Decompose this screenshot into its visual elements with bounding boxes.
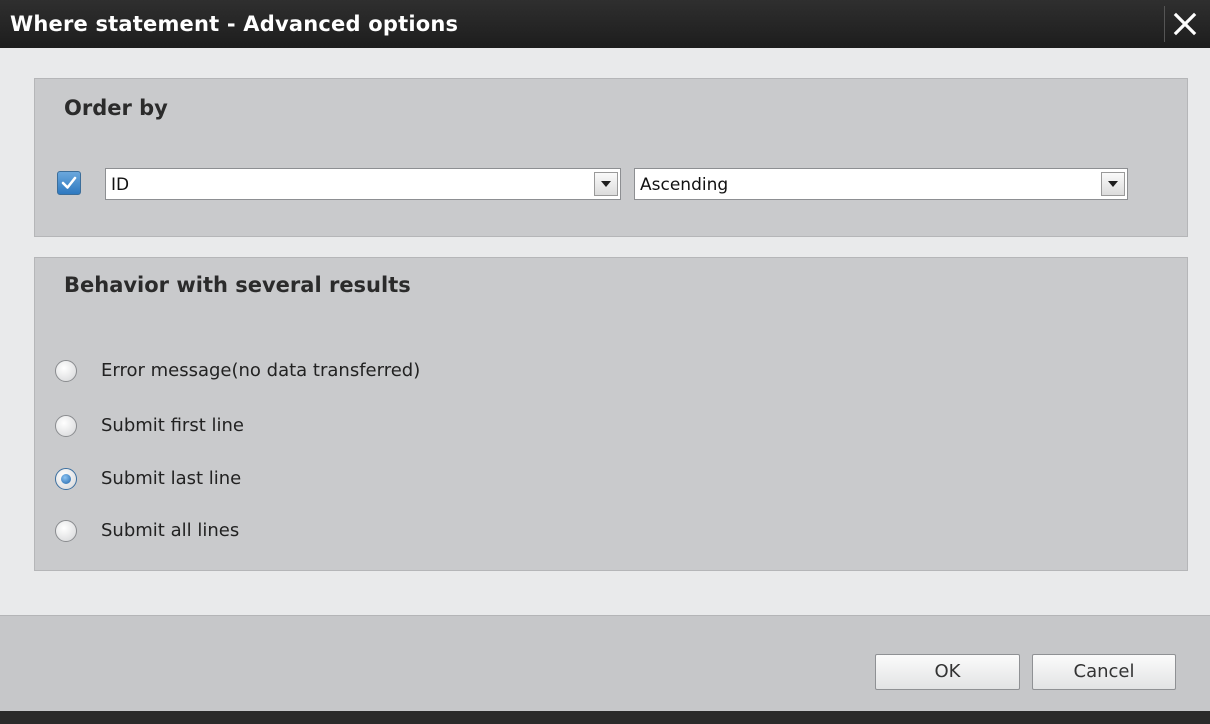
order-by-group: Order by ID Ascending bbox=[34, 78, 1188, 237]
radio-button[interactable] bbox=[55, 415, 77, 437]
radio-option-submit-first-line[interactable]: Submit first line bbox=[55, 413, 655, 441]
radio-selected-dot bbox=[61, 474, 71, 484]
radio-label: Submit last line bbox=[101, 468, 242, 489]
behavior-group: Behavior with several results Error mess… bbox=[34, 257, 1188, 571]
title-bar: Where statement - Advanced options bbox=[0, 0, 1210, 48]
order-direction-select[interactable]: Ascending bbox=[634, 168, 1128, 200]
radio-button[interactable] bbox=[55, 360, 77, 382]
radio-option-submit-all-lines[interactable]: Submit all lines bbox=[55, 518, 655, 546]
chevron-down-icon bbox=[601, 181, 611, 187]
ok-button[interactable]: OK bbox=[875, 654, 1020, 690]
order-field-value: ID bbox=[111, 175, 130, 195]
order-direction-dropdown-button[interactable] bbox=[1101, 172, 1125, 196]
behavior-title: Behavior with several results bbox=[64, 273, 411, 297]
dialog-title: Where statement - Advanced options bbox=[10, 12, 459, 36]
radio-option-submit-last-line[interactable]: Submit last line bbox=[55, 466, 655, 494]
checkmark-icon bbox=[61, 176, 77, 189]
radio-label: Submit all lines bbox=[101, 520, 240, 541]
order-by-title: Order by bbox=[64, 96, 168, 120]
chevron-down-icon bbox=[1108, 181, 1118, 187]
order-field-select[interactable]: ID bbox=[105, 168, 621, 200]
close-icon bbox=[1173, 12, 1197, 36]
radio-label: Error message(no data transferred) bbox=[101, 360, 421, 381]
bottom-border bbox=[0, 711, 1210, 724]
radio-button-selected[interactable] bbox=[55, 468, 77, 490]
dialog-footer: OK Cancel bbox=[0, 615, 1210, 712]
close-button[interactable] bbox=[1164, 6, 1205, 42]
cancel-button[interactable]: Cancel bbox=[1032, 654, 1176, 690]
order-direction-value: Ascending bbox=[640, 175, 729, 195]
order-by-checkbox[interactable] bbox=[57, 171, 81, 195]
radio-option-error-message[interactable]: Error message(no data transferred) bbox=[55, 358, 655, 386]
radio-label: Submit first line bbox=[101, 415, 244, 436]
order-field-dropdown-button[interactable] bbox=[594, 172, 618, 196]
advanced-options-dialog: Where statement - Advanced options Order… bbox=[0, 0, 1210, 724]
radio-button[interactable] bbox=[55, 520, 77, 542]
